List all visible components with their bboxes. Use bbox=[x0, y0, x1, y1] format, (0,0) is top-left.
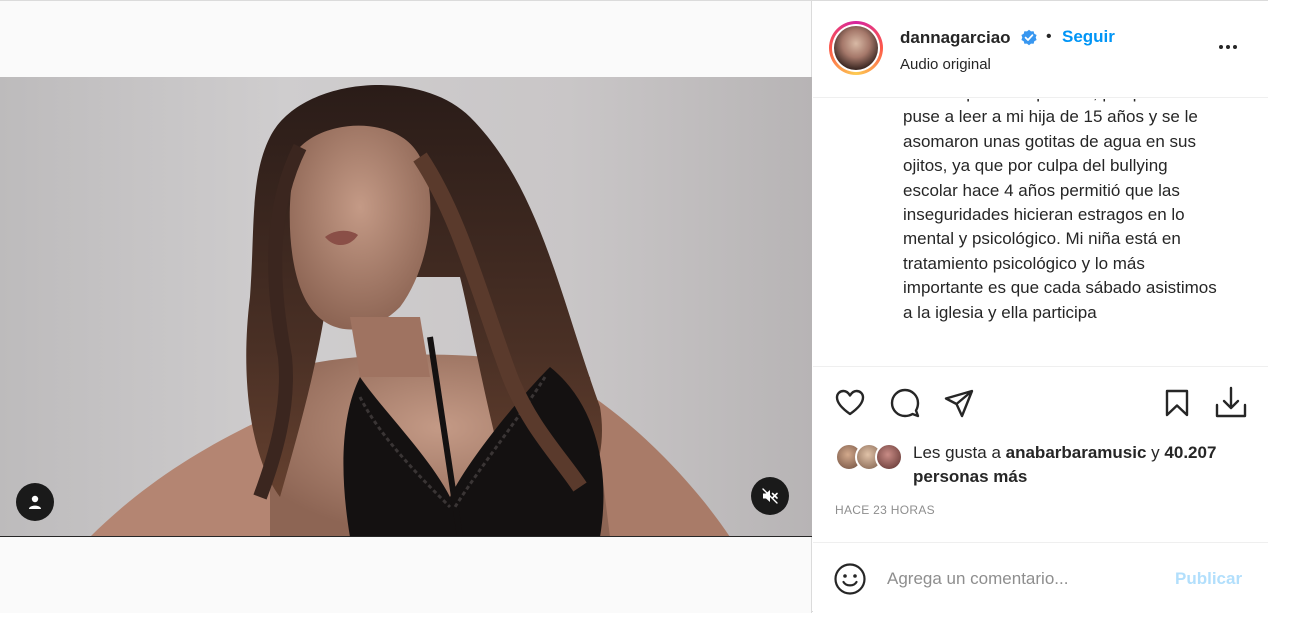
follow-button[interactable]: Seguir bbox=[1062, 27, 1115, 47]
send-icon bbox=[944, 389, 974, 418]
username-link[interactable]: dannagarciao bbox=[900, 28, 1011, 48]
avatar-story-ring[interactable] bbox=[829, 21, 883, 75]
heart-icon bbox=[835, 389, 865, 416]
caption-text: sido tus palabras para mi, porque se las… bbox=[903, 99, 1217, 322]
more-options-icon[interactable] bbox=[1213, 37, 1243, 57]
muted-speaker-icon bbox=[762, 488, 778, 504]
post-details-panel: dannagarciao • Seguir Audio original sid… bbox=[813, 1, 1268, 613]
user-tag-icon bbox=[29, 495, 41, 509]
video-frame-image bbox=[90, 84, 730, 537]
publish-button[interactable]: Publicar bbox=[1175, 569, 1242, 589]
video-player[interactable] bbox=[0, 77, 812, 537]
separator-dot: • bbox=[1046, 28, 1052, 45]
video-border bbox=[0, 536, 812, 537]
download-icon bbox=[1215, 386, 1247, 418]
action-bar bbox=[813, 366, 1268, 436]
comment-button[interactable] bbox=[887, 385, 923, 421]
post-header: dannagarciao • Seguir Audio original bbox=[813, 1, 1268, 98]
comment-composer: Publicar bbox=[813, 542, 1268, 613]
liker-avatars[interactable] bbox=[835, 443, 907, 471]
instagram-post: dannagarciao • Seguir Audio original sid… bbox=[0, 0, 1268, 613]
caption-scroll-area[interactable]: sido tus palabras para mi, porque se las… bbox=[813, 99, 1268, 365]
bookmark-icon bbox=[1165, 389, 1189, 417]
media-column bbox=[0, 1, 812, 613]
verified-badge-icon bbox=[1021, 29, 1037, 46]
likes-summary: Les gusta a anabarbaramusic y 40.207 per… bbox=[835, 441, 1255, 495]
save-button[interactable] bbox=[1159, 385, 1195, 421]
likes-text: Les gusta a anabarbaramusic y 40.207 per… bbox=[913, 443, 1217, 486]
tagged-users-button[interactable] bbox=[16, 483, 54, 521]
audio-label-link[interactable]: Audio original bbox=[900, 56, 991, 73]
post-timestamp[interactable]: HACE 23 HORAS bbox=[835, 503, 935, 517]
mute-toggle-button[interactable] bbox=[751, 477, 789, 515]
smiley-icon[interactable] bbox=[833, 562, 867, 596]
share-button[interactable] bbox=[941, 385, 977, 421]
download-button[interactable] bbox=[1213, 385, 1249, 421]
like-button[interactable] bbox=[832, 385, 868, 421]
liker-username-link[interactable]: anabarbaramusic bbox=[1006, 443, 1147, 462]
comment-icon bbox=[890, 388, 920, 418]
avatar bbox=[834, 26, 878, 70]
comment-input[interactable] bbox=[887, 565, 1157, 593]
